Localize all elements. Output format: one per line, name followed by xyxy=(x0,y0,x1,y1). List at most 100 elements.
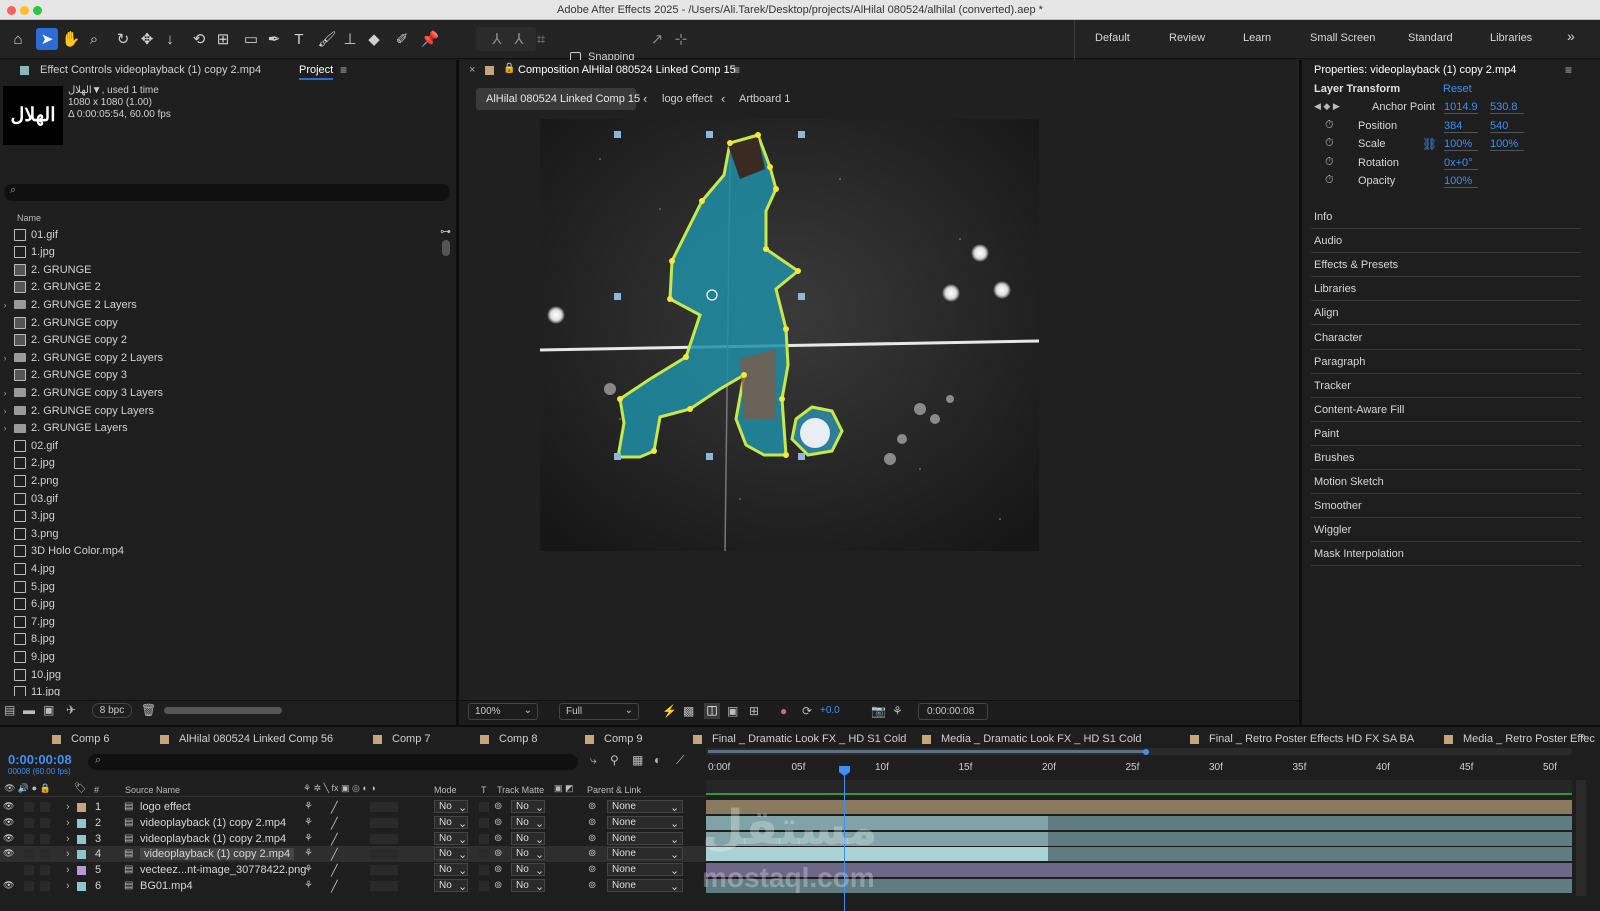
track-matte-pickwhip-icon[interactable]: ⊚ xyxy=(494,880,502,891)
new-composition-icon[interactable]: ▣ xyxy=(43,703,54,717)
shy-switch-icon[interactable]: ⚘ xyxy=(304,848,313,859)
parent-pickwhip-icon[interactable]: ⊚ xyxy=(588,848,596,859)
lock-toggle[interactable] xyxy=(40,881,50,891)
property-value[interactable]: 530.8 xyxy=(1490,101,1524,114)
panel-section-audio[interactable]: Audio xyxy=(1311,230,1581,254)
name-column-header[interactable]: Name xyxy=(17,213,41,223)
solo-toggle[interactable] xyxy=(24,817,34,828)
preserve-transparency-toggle[interactable] xyxy=(479,865,489,876)
source-name-header[interactable]: Source Name xyxy=(125,785,180,795)
preserve-transparency-toggle[interactable] xyxy=(479,802,489,812)
expand-chevron-icon[interactable]: › xyxy=(0,388,10,398)
rotate-tool-icon[interactable]: ⟲ xyxy=(188,28,210,50)
solo-toggle[interactable] xyxy=(24,881,34,891)
panel-section-effects-presets[interactable]: Effects & Presets xyxy=(1311,254,1581,278)
constrain-proportions-icon[interactable]: ⛓ xyxy=(1422,137,1437,151)
composition-viewer[interactable] xyxy=(540,119,1039,551)
property-value[interactable]: 540 xyxy=(1490,120,1524,133)
panel-menu-icon[interactable]: ≡ xyxy=(340,63,347,77)
more-workspaces-icon[interactable]: » xyxy=(1567,28,1575,44)
project-item[interactable]: 3.png xyxy=(0,525,440,542)
solo-toggle[interactable] xyxy=(24,865,34,876)
interpret-footage-icon[interactable]: ▤ xyxy=(4,703,15,717)
expand-layer-chevron-icon[interactable]: › xyxy=(66,833,70,845)
project-item[interactable]: 1.jpg xyxy=(0,244,440,261)
project-item[interactable]: 2. GRUNGE 2 xyxy=(0,279,440,296)
roto-brush-icon[interactable]: ✐ xyxy=(391,28,413,50)
parent-link-header[interactable]: Parent & Link xyxy=(587,785,641,795)
project-item[interactable]: 2. GRUNGE copy xyxy=(0,314,440,331)
timeline-vertical-scrollbar[interactable] xyxy=(1576,780,1586,896)
layer-label-color[interactable] xyxy=(77,850,86,860)
parent-pickwhip-icon[interactable]: ⊚ xyxy=(588,833,596,844)
panel-section-wiggler[interactable]: Wiggler xyxy=(1311,519,1581,543)
stopwatch-icon[interactable]: ⏱ xyxy=(1325,174,1334,187)
track-matte-pickwhip-icon[interactable]: ⊚ xyxy=(494,848,502,859)
layer-number-header[interactable]: # xyxy=(94,785,99,795)
parent-pickwhip-icon[interactable]: ⊚ xyxy=(588,801,596,812)
track-matte-pickwhip-icon[interactable]: ⊚ xyxy=(494,864,502,875)
expand-layer-chevron-icon[interactable]: › xyxy=(66,864,70,876)
property-value[interactable]: 100% xyxy=(1444,138,1478,151)
grid-guides-icon[interactable]: ⊞ xyxy=(749,704,759,718)
preserve-transparency-toggle[interactable] xyxy=(479,849,489,860)
layer-row[interactable]: 👁 › 3 ▤ videoplayback (1) copy 2.mp4 ⚘ ╱ No ⌄ ⊚ No… xyxy=(0,831,706,847)
panel-section-libraries[interactable]: Libraries xyxy=(1311,278,1581,302)
more-tabs-icon[interactable]: » xyxy=(1580,731,1586,743)
preserve-transparency-toggle[interactable] xyxy=(479,881,489,891)
fast-preview-icon[interactable]: ⚡ xyxy=(662,704,677,718)
pen-tool-icon[interactable]: ✒ xyxy=(263,28,285,50)
exposure-value[interactable]: +0.0 xyxy=(820,705,840,716)
quality-switch-icon[interactable]: ╱ xyxy=(331,880,338,893)
solo-toggle[interactable] xyxy=(24,849,34,860)
layer-transform-heading[interactable]: Layer Transform xyxy=(1314,83,1400,95)
workspace-libraries[interactable]: Libraries xyxy=(1490,32,1532,44)
track-matte-pickwhip-icon[interactable]: ⊚ xyxy=(494,801,502,812)
shy-switch-icon[interactable]: ⚘ xyxy=(304,864,313,875)
lock-toggle[interactable] xyxy=(40,802,50,812)
quality-switch-icon[interactable]: ╱ xyxy=(331,801,338,814)
pan-behind-tool-icon[interactable]: ⊞ xyxy=(212,28,234,50)
property-value[interactable]: 100% xyxy=(1444,175,1478,188)
expand-layer-chevron-icon[interactable]: › xyxy=(66,880,70,892)
lock-toggle[interactable] xyxy=(40,817,50,828)
tab-effect-controls[interactable]: Effect Controls videoplayback (1) copy 2… xyxy=(40,64,261,76)
panel-section-brushes[interactable]: Brushes xyxy=(1311,447,1581,470)
lock-toggle[interactable] xyxy=(40,865,50,876)
pan-tool-icon[interactable]: ✥ xyxy=(136,28,158,50)
home-icon[interactable]: ⌂ xyxy=(7,28,29,50)
view-axis-icon[interactable]: ⌗ xyxy=(530,28,552,50)
snap-edges-icon[interactable]: ↗ xyxy=(646,28,668,50)
timeline-tab[interactable]: Comp 9 xyxy=(585,733,643,745)
layer-row[interactable]: 👁 › 1 ▤ logo effect ⚘ ╱ No ⌄ ⊚ No ⌄ ⊚ None ⌄ xyxy=(0,799,706,815)
visibility-eye-icon[interactable]: 👁 xyxy=(3,817,14,828)
timeline-tab[interactable]: Final _ Retro Poster Effects HD FX SA BA xyxy=(1190,733,1414,745)
project-item[interactable]: › 2. GRUNGE copy 2 Layers xyxy=(0,349,440,366)
project-item[interactable]: 01.gif xyxy=(0,226,440,243)
layer-row[interactable]: › 5 ▤ vecteez...nt-image_30778422.png ⚘ ╱ No ⌄ ⊚… xyxy=(0,862,706,878)
tab-project[interactable]: Project xyxy=(299,64,334,80)
project-item[interactable]: 2. GRUNGE copy 3 xyxy=(0,367,440,384)
panel-section-tracker[interactable]: Tracker xyxy=(1311,375,1581,398)
project-item[interactable]: 5.jpg xyxy=(0,578,440,595)
timeline-tab[interactable]: Comp 6 xyxy=(52,733,110,745)
project-item[interactable]: 2. GRUNGE copy 2 xyxy=(0,332,440,349)
type-tool-icon[interactable]: T xyxy=(288,28,310,50)
project-item[interactable]: 6.jpg xyxy=(0,596,440,613)
parent-pickwhip-icon[interactable]: ⊚ xyxy=(588,864,596,875)
stopwatch-icon[interactable]: ⏱ xyxy=(1325,137,1334,150)
project-item[interactable]: 2.png xyxy=(0,472,440,489)
zoom-tool-icon[interactable]: ⌕ xyxy=(83,28,105,50)
parent-pickwhip-icon[interactable]: ⊚ xyxy=(588,880,596,891)
project-item[interactable]: 3D Holo Color.mp4 xyxy=(0,543,440,560)
project-item[interactable]: › 2. GRUNGE copy 3 Layers xyxy=(0,384,440,401)
tab-composition[interactable]: Composition AlHilal 080524 Linked Comp 1… xyxy=(518,64,736,76)
switch-box[interactable] xyxy=(370,865,398,876)
lock-toggle[interactable] xyxy=(40,849,50,860)
workspace-standard[interactable]: Standard xyxy=(1408,32,1453,44)
property-value[interactable]: 384 xyxy=(1444,120,1478,133)
hand-tool-icon[interactable]: ✋ xyxy=(60,28,82,50)
track-matte-pickwhip-icon[interactable]: ⊚ xyxy=(494,833,502,844)
expand-layer-chevron-icon[interactable]: › xyxy=(66,801,70,813)
breadcrumb-artboard[interactable]: Artboard 1 xyxy=(739,93,790,105)
